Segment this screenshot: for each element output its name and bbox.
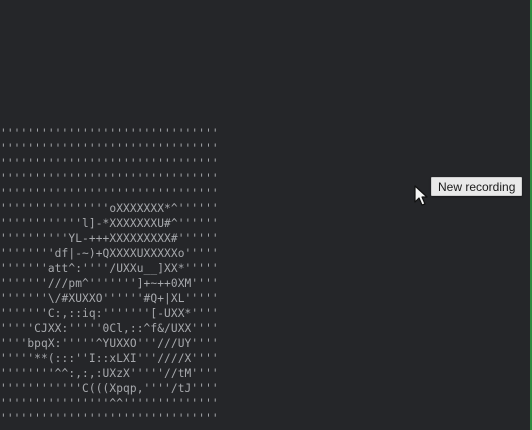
ascii-art-canvas: '''''''''''''''''''''''''''''''' '''''''…	[0, 127, 219, 425]
new-recording-tooltip: New recording	[431, 177, 523, 196]
mouse-pointer-icon	[414, 185, 428, 206]
